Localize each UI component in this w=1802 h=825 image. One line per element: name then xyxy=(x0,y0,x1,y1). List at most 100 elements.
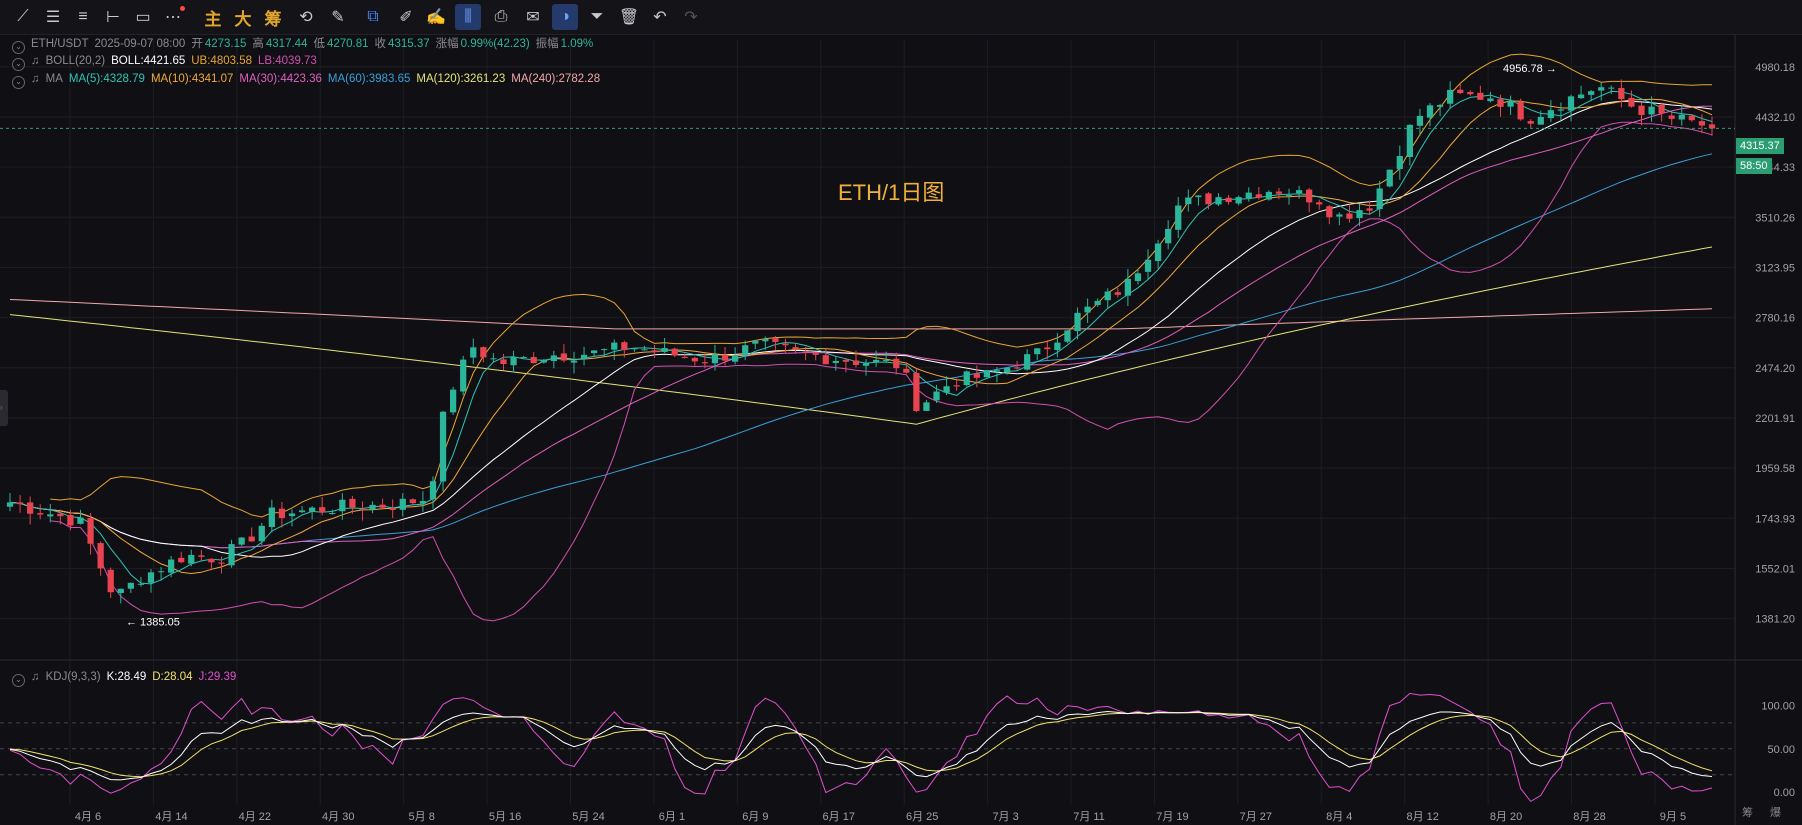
candle[interactable] xyxy=(460,355,467,396)
candle[interactable] xyxy=(450,386,457,416)
candle[interactable] xyxy=(188,549,195,567)
candle[interactable] xyxy=(258,522,265,546)
candle[interactable] xyxy=(812,352,819,361)
candle[interactable] xyxy=(631,348,638,352)
candle[interactable] xyxy=(691,356,698,366)
candle[interactable] xyxy=(983,369,991,378)
candle[interactable] xyxy=(651,345,658,358)
candle[interactable] xyxy=(429,476,437,509)
candle[interactable] xyxy=(409,498,416,505)
copy-icon[interactable]: ⧉ xyxy=(360,4,386,30)
candle[interactable] xyxy=(923,399,930,411)
candle[interactable] xyxy=(278,501,286,528)
collapse-icon[interactable]: ⌄ xyxy=(12,58,25,71)
candle[interactable] xyxy=(419,491,427,512)
candle[interactable] xyxy=(1165,220,1172,250)
magnet-icon[interactable]: ◑ xyxy=(552,4,578,30)
chips-toggle[interactable]: 筹 xyxy=(260,4,286,30)
compare-icon[interactable]: ⫼ xyxy=(455,4,481,30)
candle[interactable] xyxy=(792,342,799,353)
collapse-icon[interactable]: ⌄ xyxy=(12,76,25,89)
candle[interactable] xyxy=(611,339,618,360)
candlestick-chart[interactable]: 4980.184432.103944.333510.263123.952780.… xyxy=(0,35,1802,825)
candle[interactable] xyxy=(1708,116,1716,136)
candle[interactable] xyxy=(530,352,537,364)
candle[interactable] xyxy=(369,501,376,514)
candle[interactable] xyxy=(127,582,134,593)
candle[interactable] xyxy=(1527,119,1534,128)
candle[interactable] xyxy=(671,347,678,357)
candle[interactable] xyxy=(1356,203,1363,227)
candle[interactable] xyxy=(1235,195,1242,206)
candle[interactable] xyxy=(268,499,275,533)
main-chart-toggle[interactable]: 主 xyxy=(200,4,226,30)
undo-icon[interactable]: ↶ xyxy=(647,4,673,30)
candle[interactable] xyxy=(1306,187,1313,213)
candle[interactable] xyxy=(1507,95,1514,115)
delete-icon[interactable]: 🗑 xyxy=(616,4,642,30)
trendline-icon[interactable]: ⟋ xyxy=(10,4,36,30)
candle[interactable] xyxy=(359,501,366,521)
candle[interactable] xyxy=(1477,85,1484,100)
candle[interactable] xyxy=(298,506,306,514)
lock-icon[interactable]: ⎙ xyxy=(488,4,514,30)
candle[interactable] xyxy=(238,537,245,546)
candle[interactable] xyxy=(87,513,94,555)
liquidation-corner-label[interactable]: 爆 xyxy=(1770,804,1781,820)
candle[interactable] xyxy=(1406,124,1413,166)
ruler-icon[interactable]: ✐ xyxy=(393,4,419,30)
candle[interactable] xyxy=(1084,298,1091,324)
candle[interactable] xyxy=(1457,82,1464,95)
candle[interactable] xyxy=(1517,98,1524,121)
chips-corner-label[interactable]: 筹 xyxy=(1742,804,1753,820)
candle[interactable] xyxy=(1154,239,1162,269)
candle[interactable] xyxy=(309,506,316,520)
candle[interactable] xyxy=(1376,180,1383,217)
candle[interactable] xyxy=(560,344,568,363)
candle[interactable] xyxy=(439,410,447,492)
bell-icon[interactable]: ♫ xyxy=(31,55,40,67)
candle[interactable] xyxy=(1386,169,1393,188)
pen-icon[interactable]: ✍ xyxy=(423,4,449,30)
candle[interactable] xyxy=(570,351,578,374)
candle[interactable] xyxy=(580,346,588,366)
candle[interactable] xyxy=(832,356,839,371)
candle[interactable] xyxy=(510,350,517,373)
candle[interactable] xyxy=(1638,102,1645,126)
candle[interactable] xyxy=(1326,204,1333,225)
collapse-icon[interactable]: ⌄ xyxy=(12,674,25,687)
candle[interactable] xyxy=(1215,193,1222,207)
candle[interactable] xyxy=(1598,82,1605,101)
candle[interactable] xyxy=(752,339,759,350)
candle[interactable] xyxy=(97,541,104,576)
candle[interactable] xyxy=(1577,85,1585,99)
rectangle-icon[interactable]: ▭ xyxy=(130,4,156,30)
candle[interactable] xyxy=(1175,196,1182,238)
draw-settings-icon[interactable]: ✎ xyxy=(325,4,351,30)
redo-icon[interactable]: ↷ xyxy=(678,4,704,30)
candle[interactable] xyxy=(842,358,850,373)
candle[interactable] xyxy=(1447,81,1454,109)
candle[interactable] xyxy=(389,499,396,519)
candle[interactable] xyxy=(1467,90,1474,96)
candle[interactable] xyxy=(742,340,749,361)
candle[interactable] xyxy=(178,551,185,564)
candle[interactable] xyxy=(1245,187,1252,202)
candle[interactable] xyxy=(1668,111,1675,126)
more-icon[interactable]: ⋯ xyxy=(160,4,186,30)
candle[interactable] xyxy=(1225,195,1232,205)
candle[interactable] xyxy=(963,370,970,387)
bell-icon[interactable]: ♫ xyxy=(31,671,40,683)
horizontal-ray-icon[interactable]: ⊢ xyxy=(100,4,126,30)
candle[interactable] xyxy=(27,496,34,525)
note-icon[interactable]: ✉ xyxy=(520,4,546,30)
candle[interactable] xyxy=(1336,212,1343,226)
candle[interactable] xyxy=(681,353,688,359)
candle[interactable] xyxy=(228,539,235,568)
candle[interactable] xyxy=(1628,90,1635,108)
candle[interactable] xyxy=(379,498,386,510)
candle[interactable] xyxy=(550,350,557,369)
side-panel-handle[interactable]: › xyxy=(0,390,8,426)
candle[interactable] xyxy=(913,368,920,412)
candle[interactable] xyxy=(661,338,668,353)
